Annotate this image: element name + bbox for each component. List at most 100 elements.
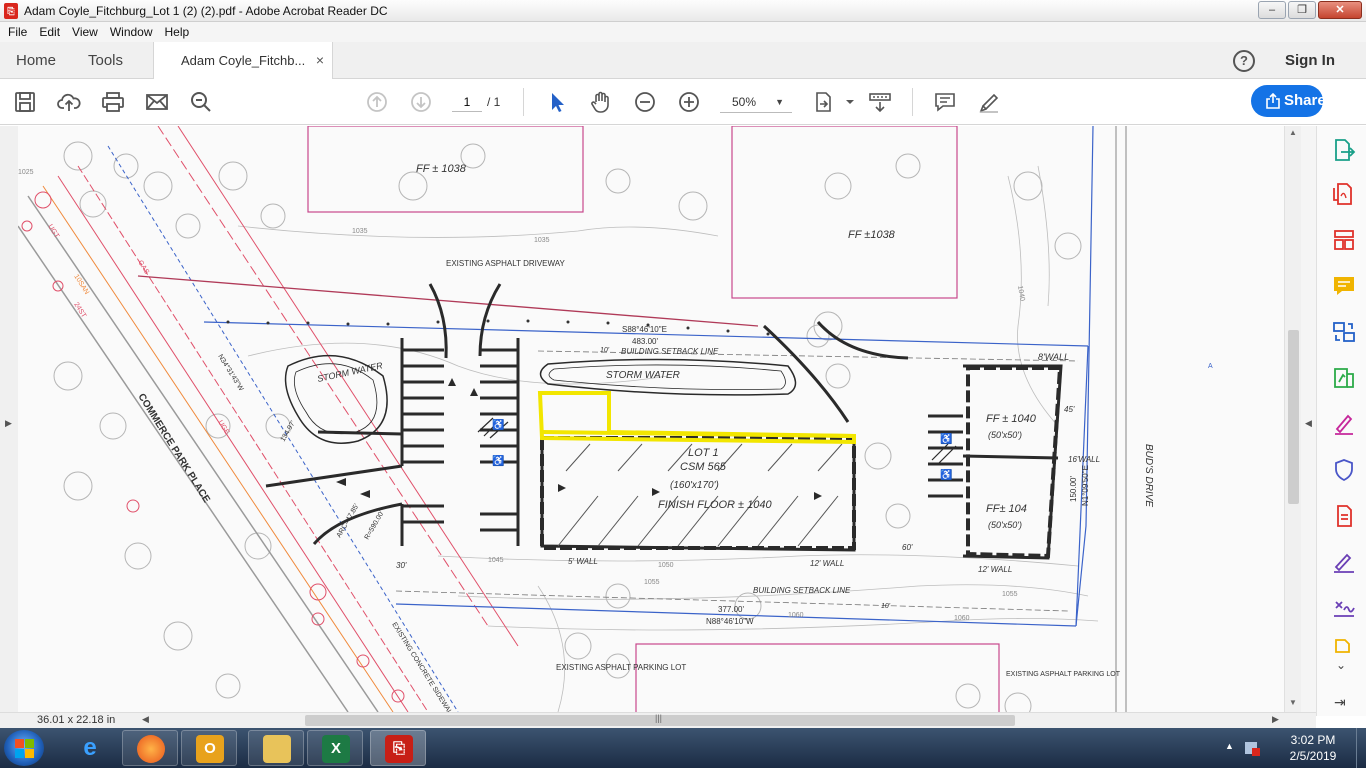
- firefox-glyph: [137, 735, 165, 763]
- start-button[interactable]: [4, 730, 44, 766]
- accessible-icon: ♿: [492, 454, 504, 467]
- scroll-thumb[interactable]: [1288, 330, 1299, 504]
- scroll-down-icon[interactable]: ▼: [1289, 698, 1297, 707]
- document-viewer[interactable]: ▶ FF ± 1038 FF ±1038 STORM WATER STORM W…: [0, 126, 1316, 712]
- contour-1045: 1045: [488, 557, 504, 564]
- label-bearing-bottom: N88°46'10"W: [706, 617, 754, 626]
- internet-explorer-icon[interactable]: e: [62, 730, 118, 766]
- scroll-left-icon[interactable]: ◀: [142, 714, 149, 725]
- label-dim-10b: 10': [881, 603, 891, 610]
- label-street: COMMERCE PARK PLACE: [135, 392, 212, 505]
- label-buds-drive: BUD'S DRIVE: [1143, 444, 1154, 507]
- menu-help[interactable]: Help: [161, 25, 198, 39]
- save-icon[interactable]: [13, 90, 37, 114]
- zoom-select[interactable]: 50% ▼: [720, 92, 792, 113]
- menu-view[interactable]: View: [68, 25, 106, 39]
- edit-pdf-icon[interactable]: [1332, 366, 1356, 390]
- email-icon[interactable]: [145, 90, 169, 114]
- label-parking-a: EXISTING ASPHALT PARKING LOT: [556, 663, 686, 672]
- document-tab-label: Adam Coyle_Fitchb...: [181, 53, 306, 68]
- highlight-annotation: [537, 391, 856, 445]
- create-pdf-icon[interactable]: [1332, 182, 1356, 206]
- share-icon: [1266, 93, 1280, 109]
- menu-window[interactable]: Window: [106, 25, 161, 39]
- outlook-icon[interactable]: O: [181, 730, 237, 766]
- help-icon[interactable]: ?: [1233, 50, 1255, 72]
- protect-icon[interactable]: [1332, 458, 1356, 482]
- label-lot-dims: (160'x170'): [670, 480, 719, 491]
- send-for-signature-icon[interactable]: [1332, 550, 1356, 574]
- show-hidden-icons[interactable]: ▲: [1225, 741, 1234, 751]
- scroll-up-icon[interactable]: ▲: [1289, 128, 1297, 137]
- collapse-pane-icon[interactable]: ⇥: [1334, 694, 1346, 711]
- tab-tools[interactable]: Tools: [88, 52, 123, 69]
- network-alert-icon[interactable]: [1243, 739, 1261, 757]
- page-number-input[interactable]: [452, 92, 482, 112]
- upload-icon[interactable]: [57, 90, 81, 114]
- close-tab-icon[interactable]: ×: [316, 52, 324, 68]
- excel-icon[interactable]: X: [307, 730, 363, 766]
- sign-in-link[interactable]: Sign In: [1285, 52, 1335, 69]
- contour-1050: 1050: [658, 562, 674, 569]
- read-mode-icon[interactable]: [868, 90, 892, 114]
- search-icon[interactable]: [189, 90, 213, 114]
- share-button[interactable]: Share: [1251, 85, 1326, 117]
- chevron-down-icon[interactable]: ⌄: [1336, 658, 1346, 672]
- highlight-pen-icon[interactable]: [977, 90, 1001, 114]
- close-window-button[interactable]: ✕: [1318, 1, 1362, 19]
- minimize-button[interactable]: ‒: [1258, 1, 1286, 19]
- scroll-right-icon[interactable]: ▶: [1272, 714, 1279, 725]
- show-desktop-button[interactable]: [1356, 728, 1366, 768]
- fit-page-icon[interactable]: [813, 90, 837, 114]
- label-concrete: EXISTING CONCRETE SIDEWALK: [390, 621, 455, 712]
- util-uge: UGE: [216, 419, 230, 436]
- chevron-down-icon[interactable]: [838, 90, 854, 114]
- windows-logo-icon: [15, 749, 24, 758]
- tab-bar: Home Tools Adam Coyle_Fitchb... × ? Sign…: [0, 42, 1366, 80]
- label-setback-top: BUILDING SETBACK LINE: [621, 347, 719, 356]
- menu-file[interactable]: File: [4, 25, 35, 39]
- label-setback-bottom: BUILDING SETBACK LINE: [753, 586, 851, 595]
- clock-time: 3:02 PM: [1290, 733, 1336, 747]
- util-ugt: UGT: [46, 223, 60, 240]
- contour-1035b: 1035: [534, 237, 550, 244]
- organize-pages-icon[interactable]: [1332, 228, 1356, 252]
- export-pdf-icon[interactable]: [1332, 138, 1356, 162]
- vertical-scrollbar[interactable]: ▲ ▼: [1284, 126, 1301, 712]
- handwritten-labels: FF ± 1038 FF ±1038 STORM WATER STORM WAT…: [316, 163, 1100, 610]
- expand-left-icon: ▶: [5, 418, 12, 428]
- combine-files-icon[interactable]: [1332, 320, 1356, 344]
- label-dims-a: (50'x50'): [988, 430, 1022, 440]
- fill-sign-icon[interactable]: [1332, 412, 1356, 436]
- right-pane-toggle[interactable]: ◀: [1301, 126, 1316, 712]
- comment-icon[interactable]: [933, 90, 957, 114]
- label-dims-b: (50'x50'): [988, 520, 1022, 530]
- system-clock[interactable]: 3:02 PM 2/5/2019: [1283, 732, 1343, 764]
- next-page-icon[interactable]: [409, 90, 433, 114]
- print-icon[interactable]: [101, 90, 125, 114]
- label-wall-right: 16'WALL: [1068, 455, 1100, 464]
- compress-icon[interactable]: [1332, 504, 1356, 528]
- zoom-value: 50%: [732, 95, 757, 109]
- tab-document[interactable]: Adam Coyle_Fitchb... ×: [153, 42, 333, 80]
- tools-pane: ⌄ ⇥: [1316, 126, 1366, 716]
- select-cursor-icon[interactable]: [545, 90, 569, 114]
- zoom-in-icon[interactable]: [677, 90, 701, 114]
- comment-tool-icon[interactable]: [1332, 274, 1356, 298]
- firefox-icon[interactable]: [122, 730, 178, 766]
- acrobat-taskbar-icon[interactable]: ⎘: [370, 730, 426, 766]
- maximize-button[interactable]: ❐: [1288, 1, 1316, 19]
- excel-glyph: X: [322, 735, 350, 763]
- windows-logo-icon: [15, 739, 24, 748]
- file-explorer-icon[interactable]: [248, 730, 304, 766]
- prev-page-icon[interactable]: [365, 90, 389, 114]
- hand-tool-icon[interactable]: [589, 90, 613, 114]
- label-ff2: FF ±1038: [848, 229, 896, 241]
- fill-form-icon[interactable]: [1332, 596, 1356, 620]
- left-panel-toggle[interactable]: ▶: [0, 126, 18, 712]
- zoom-out-icon[interactable]: [633, 90, 657, 114]
- label-wall-b: 12' WALL: [810, 559, 844, 568]
- menu-edit[interactable]: Edit: [35, 25, 68, 39]
- tab-home[interactable]: Home: [16, 52, 56, 69]
- label-csm: CSM 565: [680, 461, 727, 473]
